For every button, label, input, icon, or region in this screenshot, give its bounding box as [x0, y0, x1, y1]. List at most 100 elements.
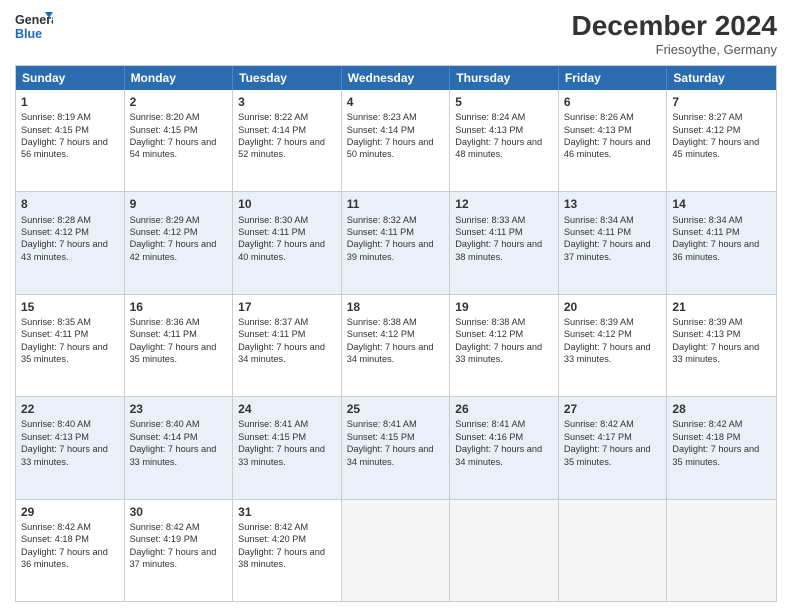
title-block: December 2024 Friesoythe, Germany: [572, 10, 777, 57]
daylight-text: Daylight: 7 hours and 52 minutes.: [238, 136, 336, 161]
day-number: 12: [455, 196, 553, 212]
sunrise-text: Sunrise: 8:32 AM: [347, 214, 445, 226]
day-number: 13: [564, 196, 662, 212]
sunset-text: Sunset: 4:15 PM: [130, 124, 228, 136]
day-number: 29: [21, 504, 119, 520]
sunset-text: Sunset: 4:16 PM: [455, 431, 553, 443]
day-number: 25: [347, 401, 445, 417]
sunset-text: Sunset: 4:15 PM: [238, 431, 336, 443]
day-number: 21: [672, 299, 771, 315]
calendar-body: 1 Sunrise: 8:19 AM Sunset: 4:15 PM Dayli…: [16, 90, 776, 601]
daylight-text: Daylight: 7 hours and 42 minutes.: [130, 238, 228, 263]
day-number: 27: [564, 401, 662, 417]
daylight-text: Daylight: 7 hours and 46 minutes.: [564, 136, 662, 161]
calendar-row-1: 1 Sunrise: 8:19 AM Sunset: 4:15 PM Dayli…: [16, 90, 776, 191]
sunrise-text: Sunrise: 8:42 AM: [564, 418, 662, 430]
day-number: 24: [238, 401, 336, 417]
location: Friesoythe, Germany: [572, 42, 777, 57]
daylight-text: Daylight: 7 hours and 40 minutes.: [238, 238, 336, 263]
calendar-cell: 3 Sunrise: 8:22 AM Sunset: 4:14 PM Dayli…: [233, 90, 342, 191]
sunset-text: Sunset: 4:11 PM: [455, 226, 553, 238]
header-friday: Friday: [559, 66, 668, 90]
sunset-text: Sunset: 4:13 PM: [672, 328, 771, 340]
sunrise-text: Sunrise: 8:40 AM: [21, 418, 119, 430]
day-number: 10: [238, 196, 336, 212]
sunset-text: Sunset: 4:11 PM: [21, 328, 119, 340]
sunset-text: Sunset: 4:13 PM: [21, 431, 119, 443]
sunset-text: Sunset: 4:15 PM: [347, 431, 445, 443]
daylight-text: Daylight: 7 hours and 56 minutes.: [21, 136, 119, 161]
sunset-text: Sunset: 4:11 PM: [564, 226, 662, 238]
sunrise-text: Sunrise: 8:42 AM: [672, 418, 771, 430]
day-number: 2: [130, 94, 228, 110]
calendar-cell: 14 Sunrise: 8:34 AM Sunset: 4:11 PM Dayl…: [667, 192, 776, 293]
calendar-row-3: 15 Sunrise: 8:35 AM Sunset: 4:11 PM Dayl…: [16, 294, 776, 396]
daylight-text: Daylight: 7 hours and 33 minutes.: [672, 341, 771, 366]
sunset-text: Sunset: 4:12 PM: [347, 328, 445, 340]
calendar-cell: 24 Sunrise: 8:41 AM Sunset: 4:15 PM Dayl…: [233, 397, 342, 498]
calendar-cell: [342, 500, 451, 601]
daylight-text: Daylight: 7 hours and 45 minutes.: [672, 136, 771, 161]
day-number: 17: [238, 299, 336, 315]
day-number: 30: [130, 504, 228, 520]
sunrise-text: Sunrise: 8:42 AM: [238, 521, 336, 533]
header-wednesday: Wednesday: [342, 66, 451, 90]
day-number: 6: [564, 94, 662, 110]
calendar-cell: 7 Sunrise: 8:27 AM Sunset: 4:12 PM Dayli…: [667, 90, 776, 191]
sunrise-text: Sunrise: 8:27 AM: [672, 111, 771, 123]
sunset-text: Sunset: 4:18 PM: [672, 431, 771, 443]
sunset-text: Sunset: 4:15 PM: [21, 124, 119, 136]
header-monday: Monday: [125, 66, 234, 90]
day-number: 1: [21, 94, 119, 110]
sunrise-text: Sunrise: 8:22 AM: [238, 111, 336, 123]
calendar-cell: 20 Sunrise: 8:39 AM Sunset: 4:12 PM Dayl…: [559, 295, 668, 396]
calendar-cell: 9 Sunrise: 8:29 AM Sunset: 4:12 PM Dayli…: [125, 192, 234, 293]
daylight-text: Daylight: 7 hours and 34 minutes.: [347, 443, 445, 468]
sunrise-text: Sunrise: 8:40 AM: [130, 418, 228, 430]
sunrise-text: Sunrise: 8:20 AM: [130, 111, 228, 123]
header-saturday: Saturday: [667, 66, 776, 90]
day-number: 18: [347, 299, 445, 315]
calendar-cell: 15 Sunrise: 8:35 AM Sunset: 4:11 PM Dayl…: [16, 295, 125, 396]
calendar-cell: 19 Sunrise: 8:38 AM Sunset: 4:12 PM Dayl…: [450, 295, 559, 396]
sunrise-text: Sunrise: 8:34 AM: [672, 214, 771, 226]
daylight-text: Daylight: 7 hours and 37 minutes.: [130, 546, 228, 571]
daylight-text: Daylight: 7 hours and 34 minutes.: [347, 341, 445, 366]
sunrise-text: Sunrise: 8:29 AM: [130, 214, 228, 226]
sunrise-text: Sunrise: 8:37 AM: [238, 316, 336, 328]
sunset-text: Sunset: 4:20 PM: [238, 533, 336, 545]
daylight-text: Daylight: 7 hours and 34 minutes.: [455, 443, 553, 468]
header-tuesday: Tuesday: [233, 66, 342, 90]
day-number: 4: [347, 94, 445, 110]
day-number: 16: [130, 299, 228, 315]
sunset-text: Sunset: 4:19 PM: [130, 533, 228, 545]
calendar-cell: 11 Sunrise: 8:32 AM Sunset: 4:11 PM Dayl…: [342, 192, 451, 293]
calendar-cell: 4 Sunrise: 8:23 AM Sunset: 4:14 PM Dayli…: [342, 90, 451, 191]
daylight-text: Daylight: 7 hours and 54 minutes.: [130, 136, 228, 161]
sunset-text: Sunset: 4:12 PM: [672, 124, 771, 136]
day-number: 19: [455, 299, 553, 315]
daylight-text: Daylight: 7 hours and 34 minutes.: [238, 341, 336, 366]
day-number: 26: [455, 401, 553, 417]
daylight-text: Daylight: 7 hours and 50 minutes.: [347, 136, 445, 161]
day-number: 9: [130, 196, 228, 212]
calendar-cell: 2 Sunrise: 8:20 AM Sunset: 4:15 PM Dayli…: [125, 90, 234, 191]
calendar-cell: 31 Sunrise: 8:42 AM Sunset: 4:20 PM Dayl…: [233, 500, 342, 601]
calendar: Sunday Monday Tuesday Wednesday Thursday…: [15, 65, 777, 602]
sunset-text: Sunset: 4:12 PM: [455, 328, 553, 340]
day-number: 3: [238, 94, 336, 110]
daylight-text: Daylight: 7 hours and 35 minutes.: [564, 443, 662, 468]
sunset-text: Sunset: 4:14 PM: [130, 431, 228, 443]
day-number: 20: [564, 299, 662, 315]
daylight-text: Daylight: 7 hours and 36 minutes.: [21, 546, 119, 571]
daylight-text: Daylight: 7 hours and 38 minutes.: [238, 546, 336, 571]
daylight-text: Daylight: 7 hours and 48 minutes.: [455, 136, 553, 161]
sunrise-text: Sunrise: 8:19 AM: [21, 111, 119, 123]
sunrise-text: Sunrise: 8:33 AM: [455, 214, 553, 226]
daylight-text: Daylight: 7 hours and 35 minutes.: [21, 341, 119, 366]
calendar-cell: 23 Sunrise: 8:40 AM Sunset: 4:14 PM Dayl…: [125, 397, 234, 498]
calendar-cell: 12 Sunrise: 8:33 AM Sunset: 4:11 PM Dayl…: [450, 192, 559, 293]
calendar-row-4: 22 Sunrise: 8:40 AM Sunset: 4:13 PM Dayl…: [16, 396, 776, 498]
calendar-cell: 27 Sunrise: 8:42 AM Sunset: 4:17 PM Dayl…: [559, 397, 668, 498]
sunrise-text: Sunrise: 8:24 AM: [455, 111, 553, 123]
